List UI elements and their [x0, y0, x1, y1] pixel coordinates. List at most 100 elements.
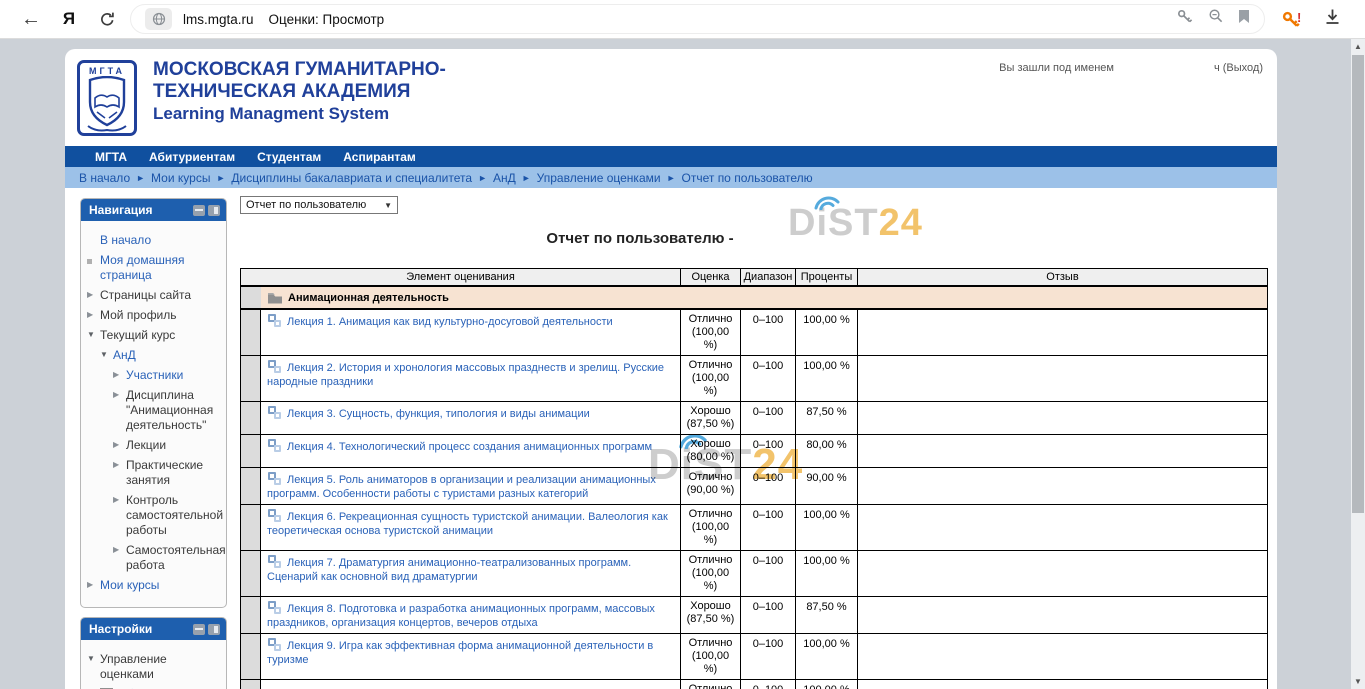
chevron-right-icon[interactable]: ▶ [113, 388, 126, 433]
sidebar-item-lectures[interactable]: ▶Лекции [113, 438, 222, 453]
grade-item-link[interactable]: Лекция 8. Подготовка и разработка анимац… [267, 603, 655, 629]
site-header: МГТА МОСКОВСКАЯ ГУМАНИТАРНО- ТЕХНИЧЕСКАЯ… [65, 49, 1277, 146]
col-header-grade: Оценка [681, 269, 741, 285]
chevron-down-icon[interactable]: ▼ [100, 348, 113, 363]
grade-cell: Отлично(100,00 %) [681, 356, 741, 401]
breadcrumb-user-report[interactable]: Отчет по пользователю [682, 171, 813, 185]
grade-item-link[interactable]: Лекция 9. Игра как эффективная форма ани… [267, 640, 653, 666]
table-row: Лекция 3. Сущность, функция, типология и… [241, 402, 1267, 435]
sidebar-item-discipline[interactable]: ▶Дисциплина "Анимационная деятельность" [113, 388, 222, 433]
logout-link[interactable]: (Выход) [1223, 62, 1263, 74]
settings-item-grades-admin[interactable]: ▼Управление оценками [87, 652, 222, 682]
breadcrumb-my-courses[interactable]: Мои курсы [151, 171, 210, 185]
chevron-right-icon[interactable]: ▶ [113, 458, 126, 488]
breadcrumb-grades-admin[interactable]: Управление оценками [537, 171, 661, 185]
lesson-icon [267, 405, 282, 420]
block-collapse-icon[interactable] [193, 205, 205, 216]
chevron-down-icon[interactable]: ▼ [87, 652, 100, 682]
breadcrumb-separator-icon: ► [136, 173, 145, 183]
chevron-right-icon[interactable]: ▶ [113, 493, 126, 538]
feedback-cell [858, 680, 1267, 689]
table-row: Лекция 1. Анимация как вид культурно-дос… [241, 310, 1267, 356]
report-type-select[interactable]: Отчет по пользователю ▼ [240, 196, 398, 214]
grade-item-cell: Лекция 9. Игра как эффективная форма ани… [261, 634, 681, 679]
block-dock-icon[interactable] [208, 205, 220, 216]
breadcrumb-course[interactable]: АнД [493, 171, 516, 185]
chevron-right-icon[interactable]: ▶ [113, 368, 126, 383]
mgta-logo[interactable]: МГТА [77, 60, 137, 136]
nav-item-abiturientam[interactable]: Абитуриентам [149, 150, 235, 164]
sidebar-item-participants[interactable]: ▶Участники [113, 368, 222, 383]
login-info: Вы зашли под именем ч (Выход) [999, 62, 1263, 74]
grade-item-cell: Лекция 8. Подготовка и разработка анимац… [261, 597, 681, 633]
breadcrumb-separator-icon: ► [667, 173, 676, 183]
yandex-browser-icon[interactable]: Я [56, 6, 82, 32]
grade-item-link[interactable]: Лекция 1. Анимация как вид культурно-дос… [287, 316, 613, 328]
main-navbar: МГТА Абитуриентам Студентам Аспирантам [65, 146, 1277, 167]
scrollbar-thumb[interactable] [1352, 55, 1364, 513]
grade-item-link[interactable]: Лекция 5. Роль аниматоров в организации … [267, 474, 656, 500]
chevron-right-icon[interactable]: ▶ [87, 308, 100, 323]
chevron-right-icon[interactable]: ▶ [87, 288, 100, 303]
sidebar-item-profile[interactable]: ▶Мой профиль [87, 308, 222, 323]
range-cell: 0–100 [741, 597, 796, 633]
grade-item-link[interactable]: Лекция 6. Рекреационная сущность туристс… [267, 511, 668, 537]
row-indent [241, 551, 261, 596]
sidebar-item-selfwork[interactable]: ▶Самостоятельная работа [113, 543, 222, 573]
lesson-icon [267, 508, 282, 523]
report-select-value: Отчет по пользователю [246, 199, 366, 211]
settings-block-header: Настройки [81, 618, 226, 640]
chevron-right-icon[interactable]: ▶ [113, 543, 126, 573]
grade-item-link[interactable]: Лекция 4. Технологический процесс создан… [287, 441, 652, 453]
org-title: МОСКОВСКАЯ ГУМАНИТАРНО- ТЕХНИЧЕСКАЯ АКАД… [153, 59, 446, 125]
sidebar-item-current-course[interactable]: ▼Текущий курс [87, 328, 222, 343]
password-key-icon[interactable] [1176, 8, 1193, 30]
breadcrumb-disciplines[interactable]: Дисциплины бакалавриата и специалитета [231, 171, 472, 185]
table-row: Лекция 6. Рекреационная сущность туристс… [241, 505, 1267, 551]
grade-cell: Отлично(100,00 %) [681, 505, 741, 550]
site-globe-icon[interactable] [145, 8, 172, 30]
sidebar-item-myhome[interactable]: Моя домашняя страница [87, 253, 222, 283]
sidebar-item-sitepages[interactable]: ▶Страницы сайта [87, 288, 222, 303]
viewport-background: МГТА МОСКОВСКАЯ ГУМАНИТАРНО- ТЕХНИЧЕСКАЯ… [0, 38, 1365, 689]
nav-item-mgta[interactable]: МГТА [95, 150, 127, 164]
nav-item-aspirantam[interactable]: Аспирантам [343, 150, 416, 164]
bookmark-icon[interactable] [1238, 9, 1250, 29]
navigation-block: Навигация В начало Моя домашняя страница… [80, 198, 227, 608]
zoom-search-icon[interactable] [1207, 8, 1224, 30]
grade-item-link[interactable]: Лекция 7. Драматургия анимационно-театра… [267, 557, 631, 583]
grade-item-link[interactable]: Лекция 3. Сущность, функция, типология и… [287, 408, 590, 420]
browser-back-button[interactable]: ← [18, 6, 44, 32]
page-title-text: Оценки: Просмотр [269, 12, 385, 27]
sidebar-item-home[interactable]: В начало [87, 233, 222, 248]
main-content: Отчет по пользователю ▼ Отчет по пользов… [240, 188, 1268, 689]
block-collapse-icon[interactable] [193, 624, 205, 635]
row-indent [241, 680, 261, 689]
settings-block-title: Настройки [89, 622, 152, 636]
address-bar[interactable]: lms.mgta.ru Оценки: Просмотр [130, 4, 1265, 34]
scroll-down-icon[interactable]: ▼ [1351, 677, 1365, 686]
lms-page: МГТА МОСКОВСКАЯ ГУМАНИТАРНО- ТЕХНИЧЕСКАЯ… [65, 49, 1277, 689]
breadcrumb-home[interactable]: В начало [79, 171, 130, 185]
feedback-cell [858, 435, 1267, 467]
sidebar-item-control[interactable]: ▶Контроль самостоятельной работы [113, 493, 222, 538]
page-scrollbar[interactable]: ▲ ▼ [1351, 39, 1365, 689]
password-alert-icon[interactable]: ! [1281, 10, 1301, 29]
grade-item-link[interactable]: Лекция 2. История и хронология массовых … [267, 362, 664, 388]
chevron-down-icon[interactable]: ▼ [87, 328, 100, 343]
scroll-up-icon[interactable]: ▲ [1351, 42, 1365, 51]
grade-cell: Отлично(90,00 %) [681, 468, 741, 504]
sidebar-item-mycourses[interactable]: ▶Мои курсы [87, 578, 222, 593]
nav-item-studentam[interactable]: Студентам [257, 150, 321, 164]
percent-cell: 87,50 % [796, 597, 858, 633]
chevron-right-icon[interactable]: ▶ [87, 578, 100, 593]
grade-item-cell: Лекция 6. Рекреационная сущность туристс… [261, 505, 681, 550]
sidebar-item-course-and[interactable]: ▼АнД [100, 348, 222, 363]
chevron-right-icon[interactable]: ▶ [113, 438, 126, 453]
block-dock-icon[interactable] [208, 624, 220, 635]
download-icon[interactable] [1323, 7, 1342, 31]
sidebar-item-practice[interactable]: ▶Практические занятия [113, 458, 222, 488]
reload-icon[interactable] [94, 6, 120, 32]
feedback-cell [858, 634, 1267, 679]
breadcrumb-separator-icon: ► [216, 173, 225, 183]
